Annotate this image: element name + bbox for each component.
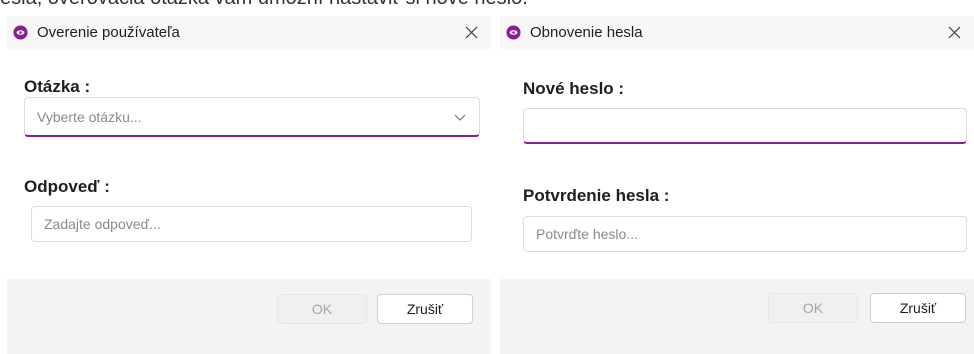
user-verification-dialog: Overenie používateľa Otázka : Vyberte ot… <box>7 16 491 354</box>
dialog-title: Overenie používateľa <box>37 24 180 41</box>
cancel-button[interactable]: Zrušiť <box>870 293 966 323</box>
answer-placeholder: Zadajte odpoveď... <box>44 216 161 232</box>
chevron-down-icon <box>454 114 466 121</box>
new-password-input[interactable] <box>523 108 967 144</box>
dialog-titlebar[interactable]: Overenie používateľa <box>7 16 491 49</box>
dialog-title: Obnovenie hesla <box>530 24 643 41</box>
dialog-footer: OK Zrušiť <box>500 279 974 354</box>
question-label: Otázka : <box>24 77 91 96</box>
new-password-label: Nové heslo : <box>523 79 625 98</box>
cancel-button-label: Zrušiť <box>899 300 937 316</box>
dialog-footer: OK Zrušiť <box>7 279 491 354</box>
close-icon <box>948 26 960 39</box>
cancel-button[interactable]: Zrušiť <box>377 294 473 324</box>
ok-button-label: OK <box>311 301 333 317</box>
background-caption-text: esla, overovacia otázka vám umožní nasta… <box>0 0 528 10</box>
dialog-titlebar[interactable]: Obnovenie hesla <box>500 16 974 49</box>
app-eye-icon <box>506 25 521 40</box>
close-button[interactable] <box>934 16 974 49</box>
dialog-content: Nové heslo : Potvrdenie hesla : Potvrďte… <box>500 49 974 279</box>
question-select[interactable]: Vyberte otázku... <box>24 97 480 137</box>
ok-button[interactable]: OK <box>277 294 367 324</box>
ok-button-label: OK <box>802 300 824 316</box>
cancel-button-label: Zrušiť <box>406 301 444 317</box>
close-button[interactable] <box>451 16 491 49</box>
confirm-password-placeholder: Potvrďte heslo... <box>536 226 638 242</box>
ok-button[interactable]: OK <box>768 293 858 323</box>
question-placeholder: Vyberte otázku... <box>37 108 142 125</box>
confirm-password-label: Potvrdenie hesla : <box>523 186 670 205</box>
password-reset-dialog: Obnovenie hesla Nové heslo : Potvrdenie … <box>500 16 974 354</box>
dialog-content: Otázka : Vyberte otázku... Odpoveď : Zad… <box>7 49 491 279</box>
answer-input[interactable]: Zadajte odpoveď... <box>31 206 472 242</box>
confirm-password-input[interactable]: Potvrďte heslo... <box>523 216 967 252</box>
answer-label: Odpoveď : <box>24 177 110 196</box>
app-eye-icon <box>13 25 28 40</box>
background-caption: esla, overovacia otázka vám umožní nasta… <box>0 0 974 16</box>
close-icon <box>465 26 477 39</box>
